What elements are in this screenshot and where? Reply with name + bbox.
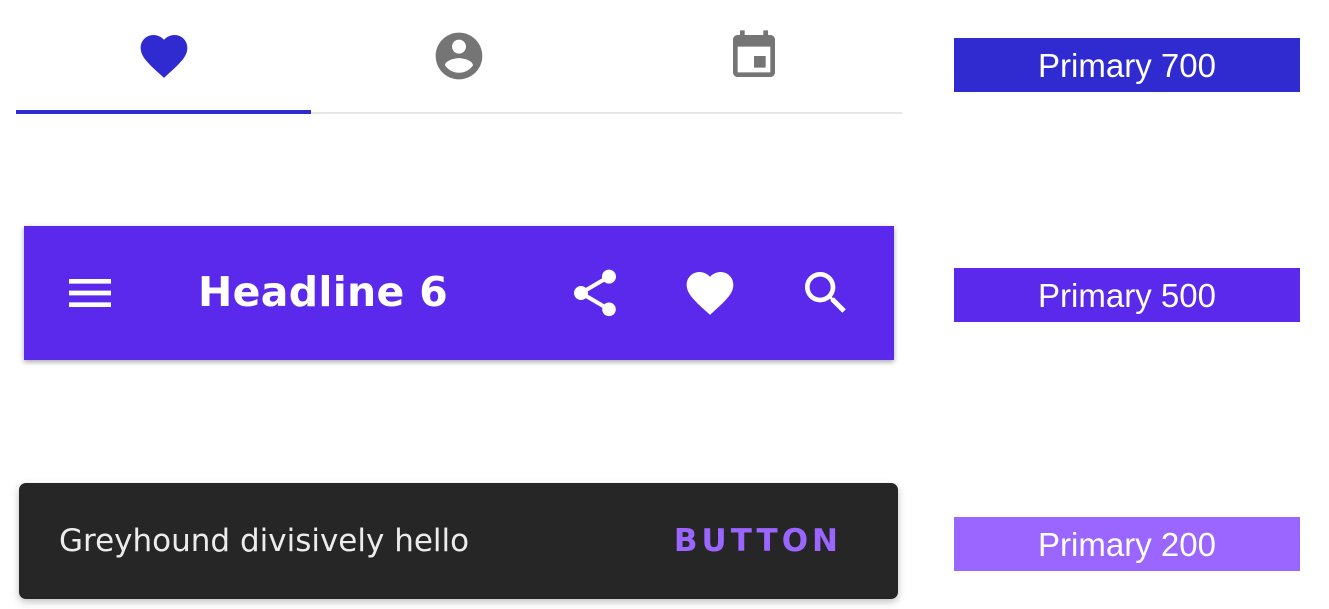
menu-icon [69, 279, 111, 307]
tab-bar [16, 0, 902, 114]
favorite-icon [140, 35, 187, 78]
favorite-button[interactable] [680, 263, 740, 323]
snackbar: Greyhound divisively hello BUTTON [19, 483, 898, 599]
tab-account[interactable] [311, 0, 606, 112]
calendar-event-icon [732, 30, 775, 77]
tab-favorites[interactable] [16, 0, 311, 112]
tab-indicator [16, 110, 311, 114]
tab-calendar[interactable] [606, 0, 901, 112]
search-icon [805, 272, 846, 313]
swatch-primary-200: Primary 200 [954, 517, 1300, 571]
swatch-primary-500: Primary 500 [954, 268, 1300, 322]
share-button[interactable] [565, 263, 625, 323]
search-button[interactable] [796, 263, 856, 323]
snackbar-action-button[interactable]: BUTTON [674, 521, 842, 561]
app-bar-title: Headline 6 [198, 268, 449, 316]
menu-button[interactable] [60, 263, 120, 323]
favorite-icon [686, 272, 734, 315]
snackbar-message: Greyhound divisively hello [59, 523, 470, 559]
top-app-bar: Headline 6 [24, 226, 894, 360]
account-circle-icon [435, 32, 482, 80]
share-icon [574, 269, 616, 317]
swatch-primary-700: Primary 700 [954, 38, 1300, 92]
